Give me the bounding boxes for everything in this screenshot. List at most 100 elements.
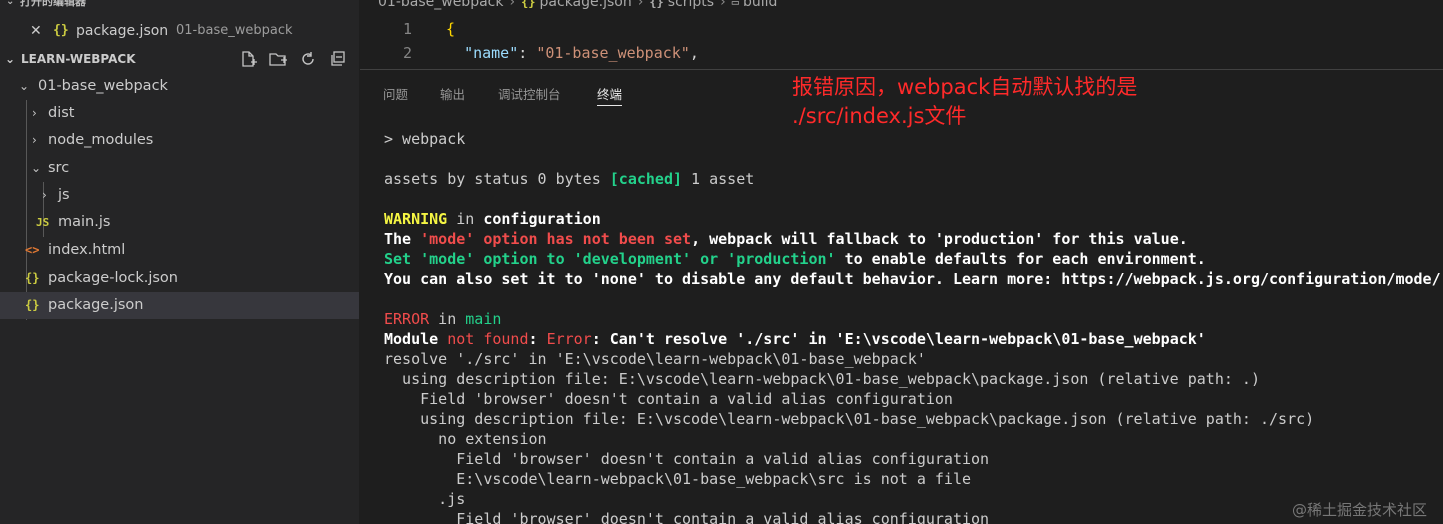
cached-tag: [cached] (609, 170, 683, 188)
bottom-panel: 问题 输出 调试控制台 终端 报错原因，webpack自动默认找的是 ./src… (360, 69, 1443, 524)
refresh-icon[interactable] (297, 49, 319, 69)
trace-line: E:\vscode\learn-webpack\01-base_webpack\… (384, 470, 971, 488)
warning-line-2: Set 'mode' option to 'development' or 'p… (384, 249, 1206, 269)
watermark: @稀土掘金技术社区 (1291, 501, 1427, 519)
breadcrumb: 01-base_webpack › {} package.json › {} scripts… (378, 0, 777, 13)
javascript-file-icon: JS (36, 216, 50, 229)
chevron-right-icon: › (637, 0, 644, 10)
terminal-highlight: 'mode' option to 'development' or 'produ… (420, 250, 836, 268)
tree-item-label: 01-base_webpack (38, 78, 168, 94)
trace-line: no extension (384, 430, 547, 448)
chevron-right-icon: › (32, 106, 37, 120)
collapse-all-icon[interactable] (327, 49, 349, 69)
tree-item-label: js (58, 187, 70, 203)
chevron-down-icon: ⌄ (6, 0, 15, 7)
error-label: ERROR (384, 310, 430, 328)
terminal-text: in (429, 310, 466, 328)
chevron-down-icon: ⌄ (5, 52, 16, 66)
trace-line: Field 'browser' doesn't contain a valid … (384, 390, 953, 408)
terminal-text: to enable defaults for each environment. (835, 250, 1206, 268)
tree-file-package-lock-json[interactable]: {} package-lock.json (0, 265, 359, 292)
terminal-highlight: not found (447, 330, 529, 348)
terminal-text: : (528, 330, 547, 348)
json-file-icon: {} (25, 298, 40, 312)
tree-folder-01-base-webpack[interactable]: ⌄ 01-base_webpack (0, 73, 359, 100)
tree-item-label: index.html (48, 242, 126, 258)
warning-line-3: You can also set it to 'none' to disable… (384, 270, 1441, 288)
terminal-text: , webpack will fallback to 'production' … (691, 230, 1188, 248)
new-folder-icon[interactable] (267, 49, 289, 69)
brace: { (446, 20, 456, 38)
chevron-down-icon: ⌄ (31, 161, 42, 175)
json-file-icon: {} (25, 271, 40, 285)
html-file-icon: <> (25, 243, 40, 257)
open-editor-item[interactable]: ✕ {} package.json 01-base_webpack (0, 19, 359, 43)
tree-item-label: main.js (58, 214, 111, 230)
line-number: 1 (402, 20, 412, 38)
explorer-header[interactable]: ⌄ LEARN-WEBPACK (0, 47, 359, 71)
warning-header: WARNING in configuration (384, 209, 601, 229)
error-line-1: Module not found: Error: Can't resolve '… (384, 329, 1206, 349)
close-icon[interactable]: ✕ (30, 19, 42, 43)
terminal-prompt: > webpack (384, 130, 466, 148)
open-editors-title: 打开的编辑器 (20, 0, 86, 8)
warning-line-1: The 'mode' option has not been set, webp… (384, 229, 1188, 249)
tree-folder-dist[interactable]: › dist (0, 100, 359, 127)
terminal-highlight: Error (546, 330, 592, 348)
chevron-down-icon: ⌄ (19, 79, 30, 93)
tree-file-main-js[interactable]: JS main.js (0, 209, 359, 236)
trace-line: .js (384, 490, 466, 508)
tree-item-label: package-lock.json (48, 270, 178, 286)
json-icon: {} (521, 0, 536, 9)
breadcrumb-symbol-build[interactable]: build (743, 0, 777, 10)
terminal-text: 1 asset (682, 170, 755, 188)
warning-label: WARNING (384, 210, 448, 228)
warning-context: configuration (483, 210, 601, 228)
breadcrumb-folder[interactable]: 01-base_webpack (378, 0, 503, 10)
tree-folder-src[interactable]: ⌄ src (0, 155, 359, 182)
open-editor-filename: package.json (76, 23, 169, 39)
trace-line: using description file: E:\vscode\learn-… (384, 410, 1315, 428)
terminal-text: Module (384, 330, 448, 348)
error-context: main (465, 310, 502, 328)
explorer-sidebar: ⌄ 打开的编辑器 ✕ {} package.json 01-base_webpa… (0, 0, 359, 524)
string-icon: ▭ (731, 0, 739, 9)
code-line[interactable]: 2 "name": "01-base_webpack", (360, 40, 1443, 66)
tree-item-label: src (48, 160, 70, 176)
explorer-actions (237, 49, 349, 69)
breadcrumb-symbol-scripts[interactable]: scripts (668, 0, 714, 10)
tree-folder-node-modules[interactable]: › node_modules (0, 127, 359, 154)
terminal-assets-line: assets by status 0 bytes [cached] 1 asse… (384, 169, 754, 189)
open-editor-path: 01-base_webpack (176, 23, 293, 38)
workspace-title: LEARN-WEBPACK (21, 52, 136, 66)
code-text: "name": "01-base_webpack", (464, 44, 699, 62)
trace-line: Field 'browser' doesn't contain a valid … (384, 450, 990, 468)
terminal-text: in (447, 210, 484, 228)
tree-folder-js[interactable]: › js (0, 182, 359, 209)
terminal-highlight: 'mode' option has not been set (420, 230, 692, 248)
trace-line: resolve './src' in 'E:\vscode\learn-webp… (384, 350, 926, 368)
tree-item-label: node_modules (48, 132, 154, 148)
new-file-icon[interactable] (237, 49, 259, 69)
code-text: { (446, 16, 455, 42)
chevron-right-icon: › (32, 133, 37, 147)
chevron-right-icon: › (720, 0, 726, 10)
terminal-text: The (384, 230, 421, 248)
tree-file-package-json[interactable]: {} package.json (0, 292, 359, 319)
open-editors-header[interactable]: ⌄ 打开的编辑器 (0, 0, 86, 13)
chevron-right-icon: › (42, 188, 47, 202)
tree-file-index-html[interactable]: <> index.html (0, 237, 359, 264)
terminal-output[interactable]: > webpack assets by status 0 bytes [cach… (384, 70, 1443, 524)
json-value: "01-base_webpack" (536, 44, 690, 62)
line-number: 2 (402, 44, 412, 62)
terminal-text: assets by status 0 bytes (384, 170, 610, 188)
error-header: ERROR in main (384, 309, 501, 329)
object-icon: {} (649, 0, 664, 9)
chevron-right-icon: › (509, 0, 516, 10)
terminal-text: Set (384, 250, 421, 268)
json-icon: {} (53, 23, 69, 38)
breadcrumb-file[interactable]: package.json (540, 0, 632, 10)
json-key: "name" (464, 44, 519, 62)
terminal-text: : Can't resolve './src' in 'E:\vscode\le… (591, 330, 1206, 348)
code-line[interactable]: 1 { (360, 16, 1443, 42)
